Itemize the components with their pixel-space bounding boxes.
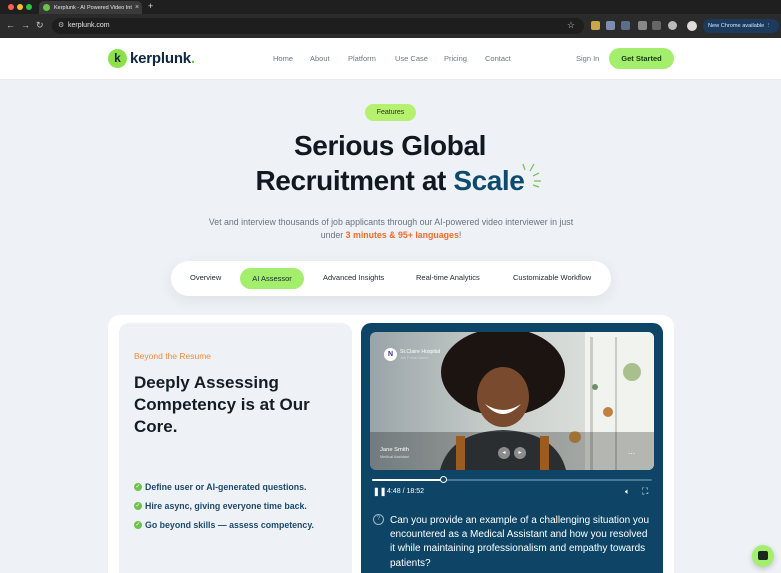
- candidate-role: Medical Assistant: [380, 455, 410, 459]
- hero-title-prefix: Recruitment at: [255, 165, 454, 196]
- favicon-icon: [43, 4, 50, 11]
- brand-name: kerplunk: [130, 50, 191, 67]
- hero-title-accent: Scale: [453, 165, 525, 196]
- hero-title-line1: Serious Global: [294, 130, 486, 161]
- nav-pricing[interactable]: Pricing: [444, 54, 467, 63]
- check-icon: ✓: [134, 482, 142, 491]
- features-badge: Features: [365, 104, 416, 121]
- candidate-name: Jane Smith: [380, 447, 409, 453]
- extensions-puzzle-icon[interactable]: [638, 21, 647, 30]
- tab-title: Kerplunk - AI Powered Video Interviewer: [54, 4, 132, 11]
- update-label: New Chrome available: [708, 23, 765, 29]
- progress-fill: [372, 479, 444, 481]
- close-window-icon[interactable]: [8, 4, 14, 10]
- video-progress-bar[interactable]: [372, 476, 652, 483]
- nav-platform[interactable]: Platform: [348, 54, 376, 63]
- nav-home[interactable]: Home: [273, 54, 293, 63]
- tab-customizable-workflow[interactable]: Customizable Workflow: [513, 273, 591, 282]
- forward-icon[interactable]: ▸: [514, 447, 526, 459]
- reload-icon[interactable]: ↻: [36, 20, 44, 31]
- sparkle-decoration-icon: [522, 163, 541, 188]
- panel-heading: Deeply Assessing Competency is at Our Co…: [134, 373, 310, 436]
- rewind-icon[interactable]: ◂: [498, 447, 510, 459]
- chrome-update-button[interactable]: New Chrome available ⋮: [703, 19, 779, 33]
- logo-mark: k: [108, 49, 127, 68]
- extension-icon[interactable]: [606, 21, 615, 30]
- logo-dot: .: [190, 50, 196, 67]
- fullscreen-icon[interactable]: ⛶: [642, 486, 648, 497]
- feature-bullets: ✓ Define user or AI-generated questions. …: [134, 477, 314, 534]
- more-options-icon[interactable]: ⋯: [628, 450, 635, 458]
- volume-icon[interactable]: 🔈︎: [625, 487, 630, 497]
- back-icon[interactable]: ←: [6, 20, 15, 30]
- play-pause-icon[interactable]: ❚❚: [373, 487, 386, 496]
- nav-about[interactable]: About: [310, 54, 330, 63]
- org-name: St.Claire Hospital: [400, 349, 441, 355]
- site-info-icon[interactable]: ⚙: [58, 21, 64, 29]
- check-icon: ✓: [134, 501, 142, 510]
- side-panel-icon[interactable]: [652, 21, 661, 30]
- tab-ai-assessor[interactable]: AI Assessor: [240, 268, 304, 289]
- google-icon[interactable]: [668, 21, 677, 30]
- address-bar[interactable]: ⚙ kerplunk.com ☆: [52, 18, 584, 34]
- new-tab-icon[interactable]: +: [148, 1, 153, 11]
- tab-close-icon[interactable]: ×: [135, 4, 139, 11]
- lead-highlight: 3 minutes & 95+ languages: [345, 229, 459, 240]
- tab-advanced-insights[interactable]: Advanced Insights: [323, 273, 384, 282]
- hero-lead: Vet and interview thousands of job appli…: [198, 216, 584, 241]
- get-started-button[interactable]: Get Started: [609, 48, 674, 69]
- bullet-text: Go beyond skills — assess competency.: [145, 519, 315, 530]
- interview-video[interactable]: N St.Claire Hospital Job Portal Name Jan…: [370, 332, 654, 470]
- maximize-window-icon[interactable]: [26, 4, 32, 10]
- list-item: ✓ Define user or AI-generated questions.: [134, 477, 314, 496]
- bookmark-star-icon[interactable]: ☆: [567, 20, 575, 31]
- browser-tabstrip: Kerplunk - AI Powered Video Interviewer …: [0, 0, 781, 14]
- nav-use-case[interactable]: Use Case: [395, 54, 428, 63]
- list-item: ✓ Go beyond skills — assess competency.: [134, 515, 314, 534]
- forward-icon[interactable]: →: [21, 20, 30, 30]
- browser-tab[interactable]: Kerplunk - AI Powered Video Interviewer …: [39, 1, 142, 14]
- tab-realtime-analytics[interactable]: Real-time Analytics: [416, 273, 480, 282]
- list-item: ✓ Hire async, giving everyone time back.: [134, 496, 314, 515]
- chat-widget-button[interactable]: [752, 545, 774, 567]
- url-text: kerplunk.com: [68, 22, 110, 29]
- check-icon: ✓: [134, 520, 142, 529]
- interview-question: Can you provide an example of a challeng…: [390, 515, 650, 569]
- signin-link[interactable]: Sign In: [576, 54, 599, 63]
- panel-eyebrow: Beyond the Resume: [134, 351, 212, 361]
- progress-handle[interactable]: [439, 476, 447, 483]
- org-sub: Job Portal Name: [400, 356, 429, 360]
- brand-logo[interactable]: k kerplunk.: [108, 49, 195, 68]
- site-header: k kerplunk. Home About Platform Use Case…: [0, 38, 781, 80]
- lead-suffix: !: [458, 229, 462, 240]
- bullet-text: Hire async, giving everyone time back.: [145, 500, 307, 511]
- bullet-text: Define user or AI-generated questions.: [145, 481, 307, 492]
- extension-icon[interactable]: [621, 21, 630, 30]
- minimize-window-icon[interactable]: [17, 4, 23, 10]
- question-icon: ?: [373, 514, 384, 525]
- browser-toolbar: ← → ↻ ⚙ kerplunk.com ☆ New Chrome availa…: [0, 14, 781, 38]
- profile-avatar[interactable]: [687, 21, 697, 31]
- nav-contact[interactable]: Contact: [485, 54, 511, 63]
- tab-overview[interactable]: Overview: [190, 273, 221, 282]
- video-panel: N St.Claire Hospital Job Portal Name Jan…: [361, 323, 663, 573]
- chat-icon: [758, 551, 768, 560]
- extension-icon[interactable]: [591, 21, 600, 30]
- hospital-logo: N: [384, 348, 397, 361]
- video-time: 4:48 / 18:52: [387, 488, 424, 495]
- feature-tabs: Overview AI Assessor Advanced Insights R…: [171, 261, 611, 296]
